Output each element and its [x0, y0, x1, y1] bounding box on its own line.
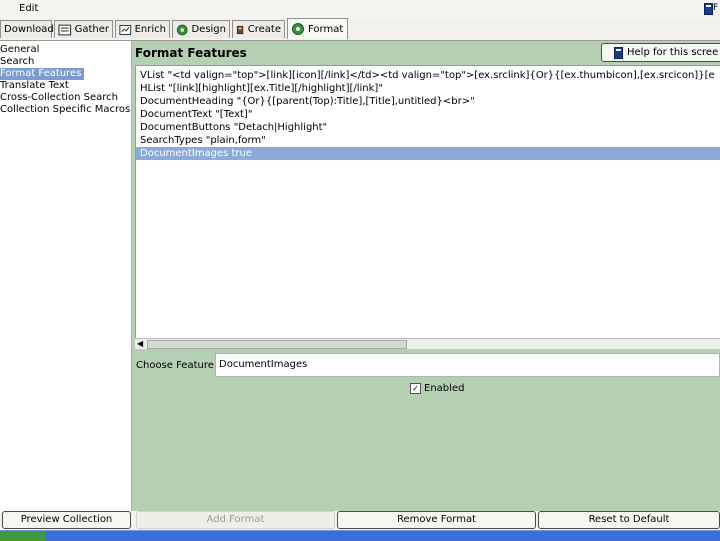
tab-download[interactable]: Download	[0, 20, 54, 38]
enabled-label: Enabled	[424, 383, 465, 394]
create-icon	[236, 25, 244, 34]
format-list[interactable]: VList "<td valign="top">[link][icon][/li…	[135, 65, 720, 348]
gear-icon	[292, 23, 304, 35]
choose-feature-field[interactable]: DocumentImages	[215, 353, 720, 377]
tab-label: Enrich	[134, 24, 166, 35]
tab-format[interactable]: Format	[287, 18, 348, 39]
list-item[interactable]: DocumentHeading "{Or}{[parent(Top):Title…	[136, 95, 720, 108]
book-icon	[704, 3, 713, 15]
enabled-toggle[interactable]: ✓ Enabled	[410, 383, 464, 394]
enrich-icon	[119, 24, 132, 35]
tab-enrich[interactable]: Enrich	[115, 20, 170, 38]
scroll-left-icon[interactable]: ◀	[137, 339, 143, 349]
sidebar-item-general[interactable]: General	[0, 44, 39, 55]
tab-label: Download	[4, 24, 54, 35]
tab-bar: Download Gather Enrich Design Create For…	[0, 18, 720, 41]
sidebar-item-cross-collection-search[interactable]: Cross-Collection Search	[0, 92, 118, 103]
list-item[interactable]: DocumentButtons "Detach|Highlight"	[136, 121, 720, 134]
tab-label: Create	[247, 24, 281, 35]
menu-fragment: F	[713, 3, 719, 13]
gather-icon	[58, 24, 72, 35]
help-corner[interactable]: F	[704, 2, 718, 16]
book-icon	[614, 46, 623, 59]
gear-icon	[176, 24, 188, 35]
tab-label: Gather	[74, 24, 109, 35]
help-button-label: Help for this scree	[627, 47, 719, 58]
list-item[interactable]: HList "[link][highlight][ex.Title][/high…	[136, 82, 720, 95]
sidebar: General Search Format Features Translate…	[0, 41, 132, 512]
list-item[interactable]: VList "<td valign="top">[link][icon][/li…	[136, 69, 720, 82]
reset-to-default-button[interactable]: Reset to Default	[538, 511, 720, 529]
tab-gather[interactable]: Gather	[54, 20, 113, 38]
taskbar	[0, 530, 720, 541]
enabled-checkbox[interactable]: ✓	[410, 383, 421, 394]
list-item-selected[interactable]: DocumentImages true	[136, 147, 720, 160]
sidebar-item-search[interactable]: Search	[0, 56, 34, 67]
tab-label: Format	[308, 23, 344, 35]
sidebar-item-format-features[interactable]: Format Features	[0, 68, 85, 80]
sidebar-item-translate-text[interactable]: Translate Text	[0, 80, 69, 91]
scrollbar-thumb[interactable]	[147, 340, 407, 349]
tab-create[interactable]: Create	[232, 20, 285, 38]
list-item[interactable]: SearchTypes "plain,form"	[136, 134, 720, 147]
tab-design[interactable]: Design	[172, 20, 230, 38]
menu-edit[interactable]: Edit	[19, 3, 38, 14]
add-format-button[interactable]: Add Format	[136, 511, 335, 529]
horizontal-scrollbar[interactable]: ◀	[135, 338, 720, 349]
help-button[interactable]: Help for this scree	[601, 43, 720, 62]
page-title: Format Features	[135, 46, 247, 60]
choose-feature-label: Choose Feature	[136, 360, 214, 371]
remove-format-button[interactable]: Remove Format	[337, 511, 536, 529]
list-item[interactable]: DocumentText "[Text]"	[136, 108, 720, 121]
sidebar-item-collection-specific-macros[interactable]: Collection Specific Macros	[0, 104, 130, 115]
format-features-panel: Format Features Help for this scree VLis…	[132, 41, 720, 512]
preview-collection-button[interactable]: Preview Collection	[2, 511, 131, 529]
menu-bar: Edit F	[0, 0, 720, 19]
tab-label: Design	[191, 24, 226, 35]
